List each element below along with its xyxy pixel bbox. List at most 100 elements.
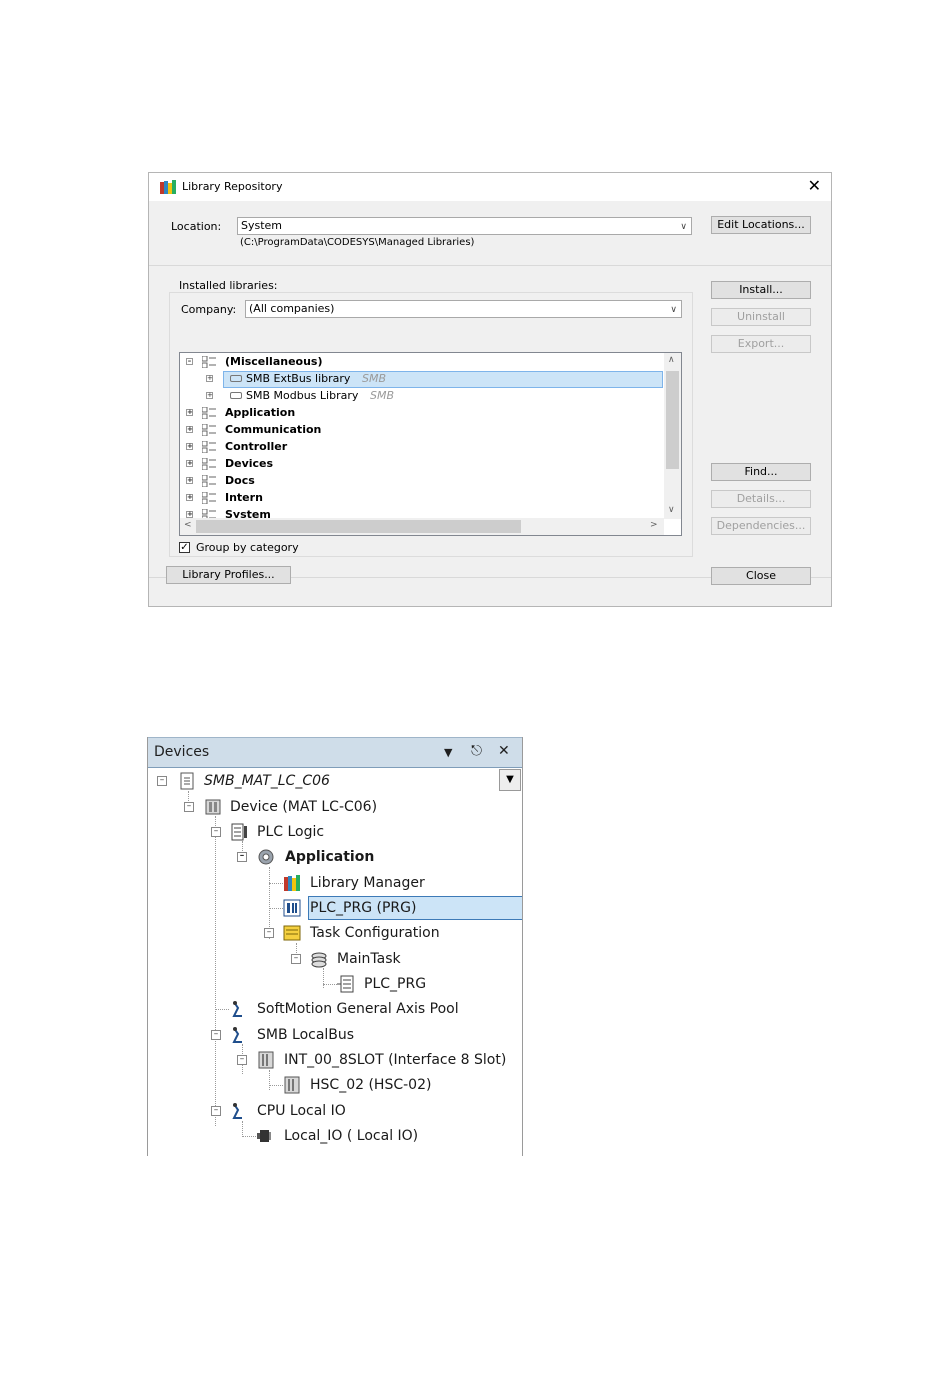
collapse-icon[interactable]: – — [211, 827, 221, 837]
tree-item-int-00-8slot[interactable]: – INT_00_8SLOT (Interface 8 Slot) — [148, 1049, 506, 1071]
tree-label: Communication — [225, 423, 322, 436]
export-button[interactable]: Export... — [711, 335, 811, 353]
tree-item-task-configuration[interactable]: – Task Configuration — [148, 922, 498, 944]
collapse-icon[interactable]: – — [186, 358, 193, 365]
tree-item-softmotion-axis-pool[interactable]: SoftMotion General Axis Pool — [148, 998, 498, 1020]
uninstall-button[interactable]: Uninstall — [711, 308, 811, 326]
library-tree[interactable]: – (Miscellaneous) + SMB ExtBus library S… — [179, 352, 682, 536]
scroll-up-icon[interactable]: ∧ — [668, 355, 675, 365]
collapse-icon[interactable]: – — [237, 1055, 247, 1065]
expand-icon[interactable]: + — [186, 426, 193, 433]
group-by-category-checkbox[interactable]: ✓ — [179, 542, 190, 553]
tree-library-smb-modbus[interactable]: + SMB Modbus Library SMB — [180, 388, 650, 404]
pane-title: Devices — [154, 744, 210, 760]
details-button[interactable]: Details... — [711, 490, 811, 508]
library-profiles-button[interactable]: Library Profiles... — [166, 566, 291, 584]
tree-item-local-io[interactable]: Local_IO ( Local IO) — [148, 1125, 498, 1147]
collapse-icon[interactable]: – — [264, 928, 274, 938]
expand-icon[interactable]: + — [186, 460, 193, 467]
expand-icon[interactable]: + — [186, 443, 193, 450]
close-icon[interactable]: ✕ — [498, 743, 510, 759]
tree-item-maintask[interactable]: – MainTask — [148, 948, 498, 970]
tree-library-smb-extbus[interactable]: + SMB ExtBus library SMB — [180, 371, 650, 387]
tree-label: Library Manager — [310, 875, 425, 891]
category-icon — [202, 356, 216, 368]
dropdown-arrow-icon[interactable]: ▼ — [444, 746, 452, 759]
category-icon — [202, 424, 216, 436]
expand-icon[interactable]: + — [186, 511, 193, 518]
tree-label: SMB_MAT_LC_C06 — [204, 773, 330, 789]
close-icon[interactable]: ✕ — [808, 177, 821, 195]
expand-icon[interactable]: + — [186, 409, 193, 416]
scroll-right-icon[interactable]: > — [650, 520, 658, 530]
tree-category-devices[interactable]: + Devices — [180, 456, 650, 472]
close-button[interactable]: Close — [711, 567, 811, 585]
category-icon — [202, 458, 216, 470]
tree-label: Docs — [225, 474, 255, 487]
dialog-title: Library Repository — [182, 180, 283, 193]
collapse-icon[interactable]: – — [184, 802, 194, 812]
scrollbar-thumb[interactable] — [666, 371, 679, 469]
devices-pane: Devices ▼ ⎋ ✕ ▼ – SMB_MAT_LC_C06 – Devic… — [147, 737, 523, 1156]
tree-category-communication[interactable]: + Communication — [180, 422, 650, 438]
divider — [149, 265, 831, 266]
collapse-icon[interactable]: – — [211, 1030, 221, 1040]
expand-icon[interactable]: + — [206, 375, 213, 382]
horizontal-scrollbar[interactable]: < > — [180, 518, 664, 535]
tree-label: SMB LocalBus — [257, 1027, 355, 1043]
tree-category-controller[interactable]: + Controller — [180, 439, 650, 455]
program-call-icon — [337, 975, 354, 993]
tree-item-plc-prg[interactable]: PLC_PRG (PRG) — [148, 897, 522, 919]
tree-dropdown-button[interactable]: ▼ — [499, 769, 521, 791]
bus-icon — [232, 1027, 242, 1043]
tree-label: Local_IO ( Local IO) — [284, 1128, 419, 1144]
pin-icon[interactable]: ⎋ — [471, 743, 482, 759]
tree-item-device[interactable]: – Device (MAT LC-C06) — [148, 796, 498, 818]
tree-label: Application — [285, 849, 375, 865]
tree-category-miscellaneous[interactable]: – (Miscellaneous) — [180, 354, 650, 370]
location-select[interactable]: System ∨ — [237, 217, 692, 235]
tree-item-plc-logic[interactable]: – PLC Logic — [148, 821, 498, 843]
collapse-icon[interactable]: – — [211, 1106, 221, 1116]
tree-label: PLC_PRG (PRG) — [310, 900, 417, 916]
scroll-left-icon[interactable]: < — [184, 520, 192, 530]
category-icon — [202, 441, 216, 453]
expand-icon[interactable]: + — [186, 494, 193, 501]
tree-item-plc-prg-call[interactable]: PLC_PRG — [148, 973, 498, 995]
tree-category-application[interactable]: + Application — [180, 405, 650, 421]
devices-pane-header: Devices ▼ ⎋ ✕ — [148, 737, 522, 768]
tree-item-application[interactable]: – Application — [148, 846, 498, 868]
company-select[interactable]: (All companies) ∨ — [245, 300, 682, 318]
scrollbar-thumb[interactable] — [196, 520, 521, 533]
tree-label: SMB Modbus Library — [246, 389, 359, 402]
collapse-icon[interactable]: – — [291, 954, 301, 964]
edit-locations-button[interactable]: Edit Locations... — [711, 216, 811, 234]
vendor-label: SMB — [362, 372, 387, 385]
tree-label: Devices — [225, 457, 274, 470]
expand-icon[interactable]: + — [206, 392, 213, 399]
scroll-down-icon[interactable]: ∨ — [668, 505, 675, 515]
tree-label: (Miscellaneous) — [225, 355, 323, 368]
tree-item-hsc-02[interactable]: HSC_02 (HSC-02) — [148, 1074, 498, 1096]
tree-category-intern[interactable]: + Intern — [180, 490, 650, 506]
category-icon — [202, 475, 216, 487]
pou-icon — [283, 899, 301, 917]
task-icon — [311, 952, 327, 968]
tree-label: MainTask — [337, 951, 401, 967]
find-button[interactable]: Find... — [711, 463, 811, 481]
tree-item-cpu-local-io[interactable]: – CPU Local IO — [148, 1100, 498, 1122]
module-icon — [284, 1076, 300, 1094]
application-gear-icon — [258, 849, 274, 865]
tree-item-project[interactable]: – SMB_MAT_LC_C06 — [148, 770, 498, 792]
expand-icon[interactable]: + — [186, 477, 193, 484]
tree-item-smb-localbus[interactable]: – SMB LocalBus — [148, 1024, 498, 1046]
dependencies-button[interactable]: Dependencies... — [711, 517, 811, 535]
dialog-titlebar: Library Repository ✕ — [149, 173, 831, 201]
collapse-icon[interactable]: – — [237, 852, 247, 862]
tree-category-docs[interactable]: + Docs — [180, 473, 650, 489]
library-icon — [230, 375, 242, 382]
install-button[interactable]: Install... — [711, 281, 811, 299]
tree-item-library-manager[interactable]: Library Manager — [148, 872, 498, 894]
vertical-scrollbar[interactable]: ∧ ∨ — [664, 353, 681, 519]
collapse-icon[interactable]: – — [157, 776, 167, 786]
